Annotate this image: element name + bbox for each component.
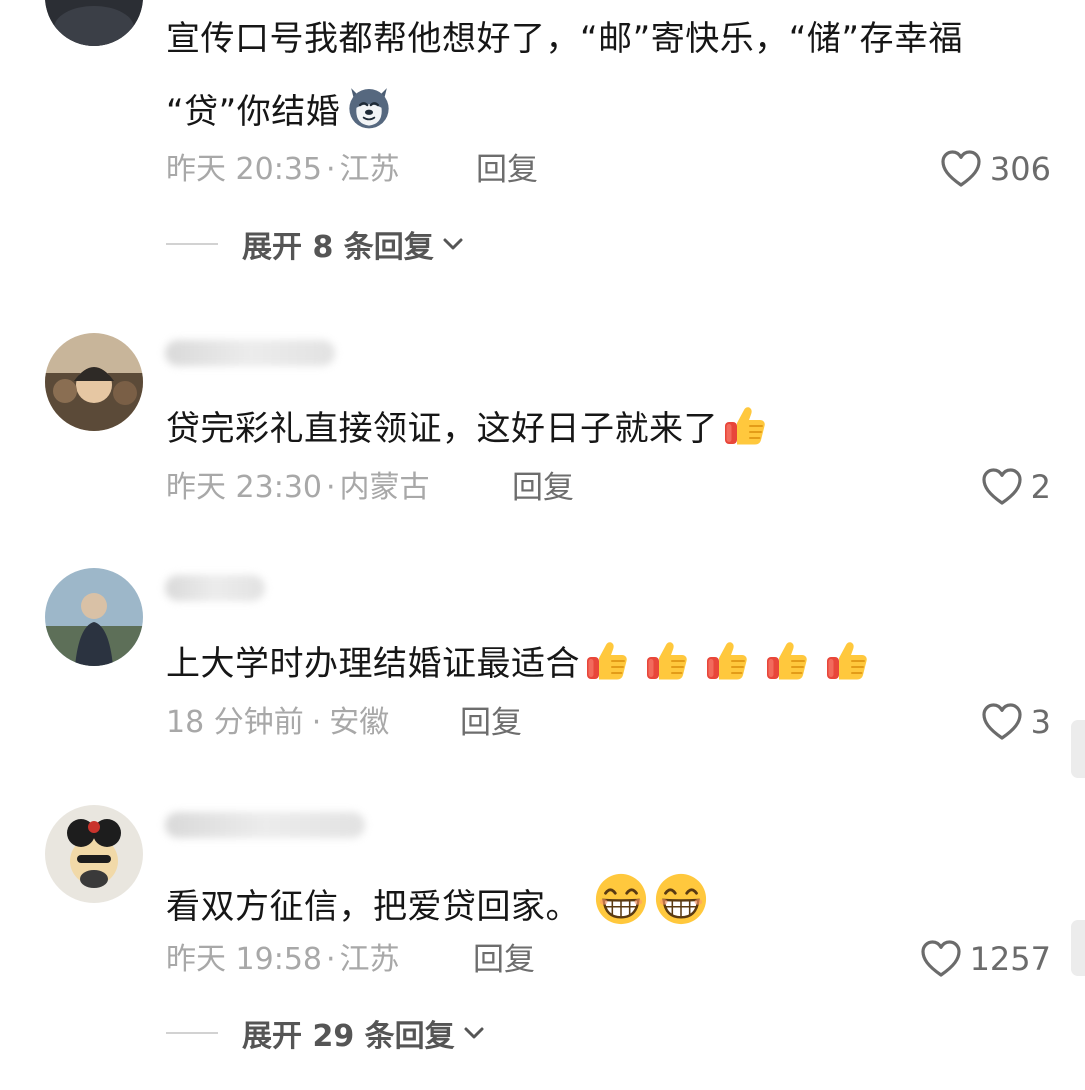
comment-text: 宣传口号我都帮他想好了，“邮”寄快乐，“储”存幸福 [166,19,963,59]
thumbs-up-emoji-icon [644,637,690,683]
like-count: 306 [989,150,1051,188]
thumbs-up-emoji-icon [722,402,768,448]
reply-button[interactable]: 回复 [460,705,522,741]
like-button[interactable]: 1257 [920,937,1051,981]
thumbs-up-emoji-icon [824,637,870,683]
like-count: 2 [1030,468,1051,506]
comment-time: 昨天 23:30 [166,470,322,505]
comment-location: 安徽 [329,705,390,740]
like-count: 3 [1030,703,1051,741]
comment-text-line2: “贷”你结婚 [166,81,394,134]
reply-button[interactable]: 回复 [473,942,535,978]
comment-meta: 昨天 23:30 · 内蒙古 [166,470,430,505]
comment-location: 江苏 [339,942,400,977]
like-button[interactable]: 2 [981,465,1051,509]
comment-text: 看双方征信，把爱贷回家。 [166,872,708,929]
like-count: 1257 [969,940,1051,978]
comment-meta: 昨天 19:58 · 江苏 [166,942,400,977]
grin-emoji-icon [654,872,708,926]
divider-line [166,1032,218,1034]
comment-time: 昨天 20:35 [166,152,322,187]
scroll-edge-indicator [1071,720,1085,778]
thumbs-up-emoji-icon [704,637,750,683]
avatar[interactable] [45,805,143,903]
avatar[interactable] [45,0,143,46]
like-button[interactable]: 3 [981,700,1051,744]
expand-replies-label: 展开 29 条回复 [242,1019,455,1054]
scroll-edge-indicator [1071,920,1085,976]
comment-time: 18 分钟前 [166,705,304,740]
comment-meta: 18 分钟前 · 安徽 [166,705,390,740]
avatar[interactable] [45,333,143,431]
heart-icon [981,702,1023,742]
comment-location: 江苏 [339,152,400,187]
comment-text: 贷完彩礼直接领证，这好日子就来了 [166,402,768,451]
husky-emoji-icon [344,81,394,131]
chevron-down-icon [442,236,464,252]
divider-line [166,243,218,245]
username[interactable] [165,575,265,601]
comment-text: 上大学时办理结婚证最适合 [166,637,870,686]
avatar[interactable] [45,568,143,666]
heart-icon [981,467,1023,507]
thumbs-up-emoji-icon [584,637,630,683]
like-button[interactable]: 306 [940,147,1051,191]
username[interactable] [165,812,365,838]
grin-emoji-icon [594,872,648,926]
expand-replies-button[interactable]: 展开 8 条回复 [166,224,464,265]
chevron-down-icon [463,1025,485,1041]
expand-replies-label: 展开 8 条回复 [242,230,434,265]
reply-button[interactable]: 回复 [476,152,538,188]
comment-time: 昨天 19:58 [166,942,322,977]
heart-icon [940,149,982,189]
comment-location: 内蒙古 [339,470,430,505]
comment-meta: 昨天 20:35 · 江苏 [166,152,400,187]
thumbs-up-emoji-icon [764,637,810,683]
username[interactable] [165,340,335,366]
expand-replies-button[interactable]: 展开 29 条回复 [166,1013,485,1054]
heart-icon [920,939,962,979]
reply-button[interactable]: 回复 [512,470,574,506]
